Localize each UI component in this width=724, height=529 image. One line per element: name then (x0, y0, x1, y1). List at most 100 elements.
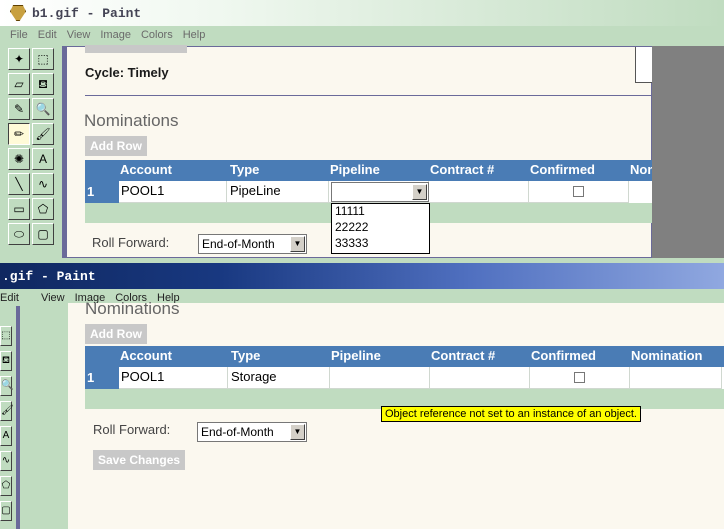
polygon-icon[interactable]: ⬠ (32, 198, 54, 220)
save-changes-button[interactable]: Save Changes (93, 450, 186, 470)
account-value: POOL1 (121, 183, 165, 198)
roll-forward-select[interactable]: End-of-Month ▼ (198, 234, 307, 254)
canvas[interactable]: Nominations Add Row Account Type Pipelin… (68, 299, 724, 529)
curve-icon[interactable]: ∿ (0, 451, 12, 471)
col-pipeline[interactable]: Pipeline (331, 348, 381, 363)
nominations-heading: Nominations (84, 111, 179, 130)
menu-colors[interactable]: Colors (141, 29, 173, 41)
rectangle-icon[interactable]: ▭ (8, 198, 30, 220)
col-pipeline[interactable]: Pipeline (330, 162, 380, 177)
cell-type: Storage (228, 367, 330, 389)
dropdown-arrow-icon[interactable]: ▼ (290, 424, 305, 440)
window-title: .gif - Paint (2, 268, 96, 284)
rounded-rect-icon[interactable]: ▢ (0, 501, 12, 521)
type-value: Storage (231, 369, 277, 384)
add-row-button[interactable]: Add Row (85, 324, 147, 344)
col-type[interactable]: Type (231, 348, 260, 363)
pipeline-option[interactable]: 33333 (332, 236, 429, 252)
divider (85, 95, 651, 96)
fill-icon[interactable]: ⛾ (0, 351, 12, 371)
airbrush-icon[interactable]: ✺ (8, 148, 30, 170)
fill-icon[interactable]: ⛾ (32, 73, 54, 95)
nominations-heading: Nominations (85, 299, 180, 318)
line-icon[interactable]: ╲ (8, 173, 30, 195)
cell-contract (430, 367, 530, 389)
rounded-rect-icon[interactable]: ▢ (32, 223, 54, 245)
title-bar[interactable]: .gif - Paint (0, 263, 724, 289)
pencil-icon[interactable]: ✏ (8, 123, 30, 145)
nominations-grid: Account Type Pipeline Contract # Confirm… (85, 346, 724, 410)
pipeline-option[interactable]: 22222 (332, 220, 429, 236)
text-icon[interactable]: A (32, 148, 54, 170)
roll-forward-select[interactable]: End-of-Month ▼ (197, 422, 307, 442)
menu-bar: File Edit View Image Colors Help (0, 26, 724, 43)
cell-contract (429, 181, 529, 203)
menu-edit[interactable]: Edit (38, 29, 57, 41)
col-account[interactable]: Account (120, 162, 172, 177)
col-contract[interactable]: Contract # (431, 348, 495, 363)
picker-icon[interactable]: ✎ (8, 98, 30, 120)
menu-image[interactable]: Image (100, 29, 131, 41)
col-confirmed[interactable]: Confirmed (531, 348, 596, 363)
polygon-icon[interactable]: ⬠ (0, 476, 12, 496)
cell-pipeline (330, 367, 430, 389)
type-value: PipeLine (230, 183, 281, 198)
paint-app-icon (10, 5, 26, 21)
magnifier-icon[interactable]: 🔍 (32, 98, 54, 120)
title-bar[interactable]: b1.gif - Paint (0, 0, 724, 26)
magnifier-icon[interactable]: 🔍 (0, 376, 13, 396)
canvas[interactable]: Cycle: Timely Nominations Add Row Accoun… (66, 45, 659, 258)
menu-edit[interactable]: Edit (0, 292, 19, 304)
col-account[interactable]: Account (120, 348, 172, 363)
cell-type: PipeLine (227, 181, 329, 203)
col-type[interactable]: Type (230, 162, 259, 177)
tool-box-partial: ⬚ ⛾ 🔍 🖌 A ∿ ⬠ ▢ (0, 306, 14, 529)
col-contract[interactable]: Contract # (430, 162, 494, 177)
free-select-icon[interactable]: ✦ (8, 48, 30, 70)
row-number: 1 (85, 181, 119, 203)
roll-forward-label: Roll Forward: (92, 235, 170, 250)
hidden-button-edge (85, 45, 187, 53)
paint-window-front: .gif - Paint Edit View Image Colors Help… (0, 263, 724, 529)
eraser-icon[interactable]: ▱ (8, 73, 30, 95)
workspace-gray (652, 46, 724, 258)
menu-file[interactable]: File (10, 29, 28, 41)
cell-confirmed (530, 367, 630, 389)
roll-forward-label: Roll Forward: (93, 422, 171, 437)
canvas-edge (16, 306, 20, 529)
roll-forward-value: End-of-Month (201, 425, 274, 439)
col-nomination[interactable]: Nomination (631, 348, 703, 363)
rect-select-icon[interactable]: ⬚ (0, 326, 12, 346)
pipeline-select[interactable]: ▼ (331, 182, 429, 202)
curve-icon[interactable]: ∿ (32, 173, 54, 195)
confirmed-checkbox[interactable] (574, 372, 585, 383)
menu-view[interactable]: View (67, 29, 91, 41)
rect-select-icon[interactable]: ⬚ (32, 48, 54, 70)
cell-account: POOL1 (119, 367, 228, 389)
paint-window-back: b1.gif - Paint File Edit View Image Colo… (0, 0, 724, 263)
col-confirmed[interactable]: Confirmed (530, 162, 595, 177)
roll-forward-value: End-of-Month (202, 237, 275, 251)
box-edge (635, 47, 653, 83)
grid-header: Account Type Pipeline Contract # Confirm… (85, 160, 659, 181)
pipeline-option[interactable]: 11111 (332, 204, 429, 220)
cycle-label: Cycle: Timely (85, 65, 169, 80)
text-icon[interactable]: A (0, 426, 12, 446)
confirmed-checkbox[interactable] (573, 186, 584, 197)
error-tooltip: Object reference not set to an instance … (381, 406, 641, 422)
menu-help[interactable]: Help (183, 29, 206, 41)
brush-icon[interactable]: 🖌 (32, 123, 54, 145)
add-row-button[interactable]: Add Row (85, 136, 147, 156)
cell-account: POOL1 (119, 181, 227, 203)
menu-view[interactable]: View (41, 292, 65, 304)
ellipse-icon[interactable]: ⬭ (8, 223, 30, 245)
grid-header: Account Type Pipeline Contract # Confirm… (85, 346, 724, 367)
window-title: b1.gif - Paint (32, 5, 142, 21)
brush-icon[interactable]: 🖌 (0, 401, 14, 421)
dropdown-arrow-icon[interactable]: ▼ (412, 184, 427, 200)
account-value: POOL1 (121, 369, 165, 384)
cell-confirmed (529, 181, 629, 203)
row-number: 1 (85, 367, 119, 389)
table-row[interactable]: 1 POOL1 Storage (85, 367, 724, 389)
dropdown-arrow-icon[interactable]: ▼ (290, 236, 305, 252)
